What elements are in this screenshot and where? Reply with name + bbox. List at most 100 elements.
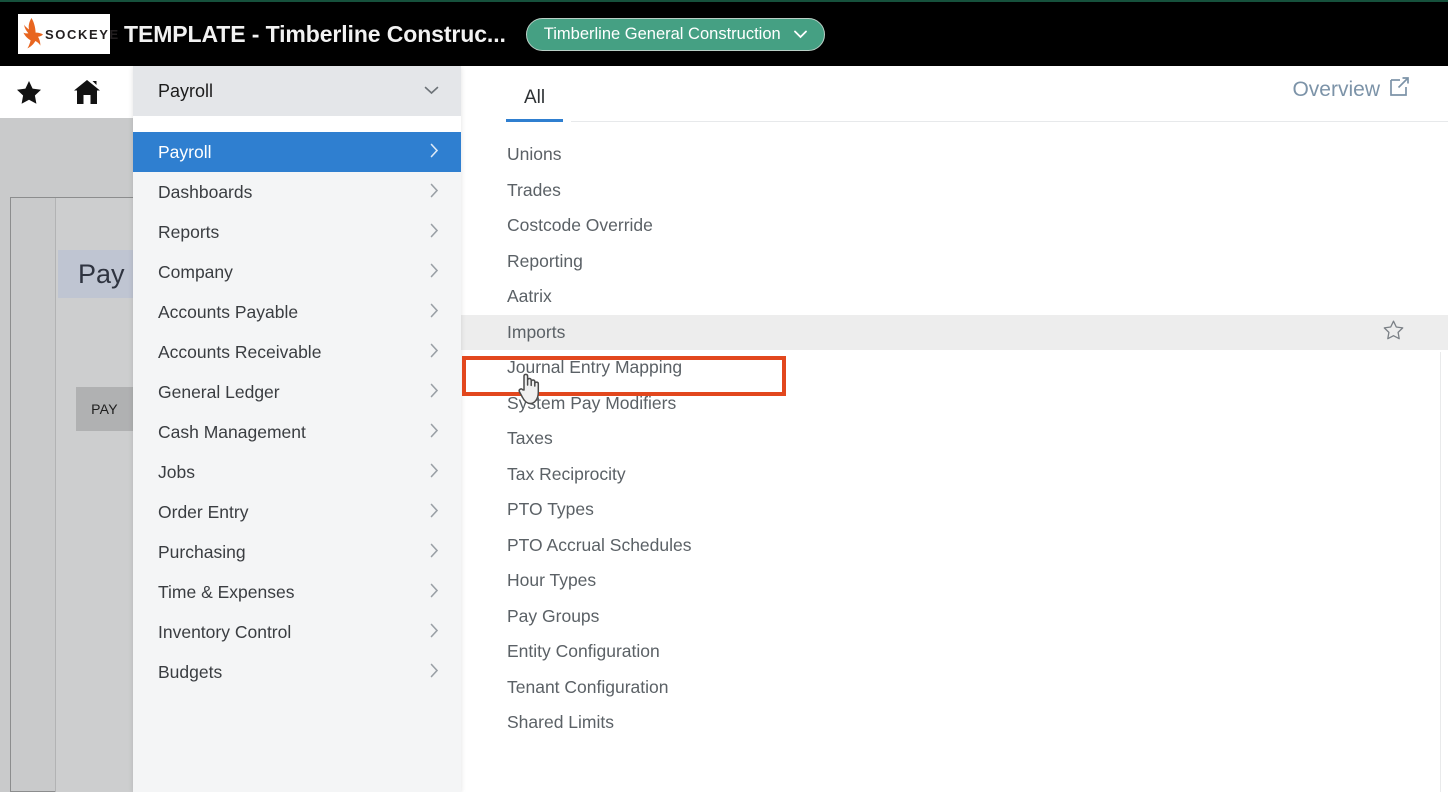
chevron-right-icon: [430, 503, 439, 521]
chevron-right-icon: [430, 423, 439, 441]
nav-item-order-entry[interactable]: Order Entry: [133, 492, 461, 532]
chevron-right-icon: [430, 543, 439, 561]
menu-item-system-pay-modifiers[interactable]: System Pay Modifiers: [461, 386, 1448, 422]
nav-item-label: Inventory Control: [158, 621, 292, 642]
menu-item-taxes[interactable]: Taxes: [461, 421, 1448, 457]
nav-item-label: Accounts Payable: [158, 301, 299, 322]
nav-panel-header-label: Payroll: [158, 80, 214, 101]
menu-item-pto-types[interactable]: PTO Types: [461, 492, 1448, 528]
nav-item-inventory-control[interactable]: Inventory Control: [133, 612, 461, 652]
nav-item-time-expenses[interactable]: Time & Expenses: [133, 572, 461, 612]
sockeye-logo[interactable]: SOCKEYE: [18, 14, 118, 54]
content-right-divider: [1440, 352, 1441, 792]
chevron-right-icon: [430, 463, 439, 481]
menu-item-unions[interactable]: Unions: [461, 137, 1448, 173]
tab-all[interactable]: All: [506, 87, 564, 122]
menu-item-label: PTO Accrual Schedules: [507, 534, 692, 555]
company-selector-button[interactable]: Timberline General Construction: [525, 17, 825, 51]
menu-item-label: Tax Reciprocity: [507, 463, 626, 484]
chevron-right-icon: [430, 383, 439, 401]
company-selector-label: Timberline General Construction: [543, 24, 781, 43]
menu-item-journal-entry-mapping[interactable]: Journal Entry Mapping: [461, 350, 1448, 386]
nav-item-label: Payroll: [158, 141, 212, 162]
nav-item-label: Accounts Receivable: [158, 341, 322, 362]
menu-item-label: Imports: [507, 321, 566, 342]
sockeye-salmon-logo-icon: [23, 18, 43, 49]
menu-item-pay-groups[interactable]: Pay Groups: [461, 599, 1448, 635]
menu-item-label: Reporting: [507, 250, 583, 271]
menu-item-list: Unions Trades Costcode Override Reporting Aa…: [461, 122, 1448, 741]
chevron-right-icon: [430, 583, 439, 601]
chevron-right-icon: [430, 223, 439, 241]
menu-item-aatrix[interactable]: Aatrix: [461, 279, 1448, 315]
nav-panel-header[interactable]: Payroll: [133, 66, 461, 116]
chevron-right-icon: [430, 623, 439, 641]
nav-item-label: Time & Expenses: [158, 581, 295, 602]
menu-item-tenant-configuration[interactable]: Tenant Configuration: [461, 670, 1448, 706]
nav-item-label: Jobs: [158, 461, 195, 482]
content-tab-bar: All Overview: [461, 66, 1448, 122]
module-nav-panel: Payroll Payroll Dashboards Reports Company A…: [133, 66, 461, 792]
nav-item-accounts-payable[interactable]: Accounts Payable: [133, 292, 461, 332]
nav-item-budgets[interactable]: Budgets: [133, 652, 461, 692]
chevron-right-icon: [430, 143, 439, 161]
menu-item-label: Hour Types: [507, 570, 597, 591]
menu-item-trades[interactable]: Trades: [461, 173, 1448, 209]
chevron-right-icon: [430, 343, 439, 361]
menu-item-pto-accrual-schedules[interactable]: PTO Accrual Schedules: [461, 528, 1448, 564]
nav-item-reports[interactable]: Reports: [133, 212, 461, 252]
nav-item-label: Company: [158, 261, 233, 282]
chevron-down-icon: [424, 82, 439, 100]
nav-item-label: Cash Management: [158, 421, 306, 442]
menu-item-costcode-override[interactable]: Costcode Override: [461, 208, 1448, 244]
nav-item-label: General Ledger: [158, 381, 280, 402]
nav-item-label: Reports: [158, 221, 220, 242]
overview-link[interactable]: Overview: [1292, 76, 1410, 103]
nav-item-list: Payroll Dashboards Reports Company Accounts …: [133, 132, 461, 692]
chevron-right-icon: [430, 263, 439, 281]
nav-item-jobs[interactable]: Jobs: [133, 452, 461, 492]
menu-item-imports[interactable]: Imports: [461, 314, 1448, 350]
favorites-star-icon[interactable]: [0, 66, 58, 118]
overview-link-label: Overview: [1292, 77, 1380, 101]
nav-item-label: Dashboards: [158, 181, 253, 202]
menu-item-tax-reciprocity[interactable]: Tax Reciprocity: [461, 457, 1448, 493]
chevron-right-icon: [430, 303, 439, 321]
sockeye-logo-wordmark: SOCKEYE: [45, 26, 120, 42]
nav-item-cash-management[interactable]: Cash Management: [133, 412, 461, 452]
chevron-down-icon: [793, 30, 807, 39]
menu-item-label: Unions: [507, 144, 562, 165]
tab-bar-rule: [571, 121, 1448, 122]
app-title: TEMPLATE - Timberline Construc...: [124, 20, 506, 47]
nav-item-dashboards[interactable]: Dashboards: [133, 172, 461, 212]
menu-item-hour-types[interactable]: Hour Types: [461, 563, 1448, 599]
module-content-panel: All Overview Unions Trades Costcode Overri…: [461, 66, 1448, 792]
menu-item-label: PTO Types: [507, 499, 594, 520]
star-outline-icon[interactable]: [1383, 320, 1404, 345]
nav-item-accounts-receivable[interactable]: Accounts Receivable: [133, 332, 461, 372]
background-page-heading: Pay: [58, 250, 133, 298]
nav-item-company[interactable]: Company: [133, 252, 461, 292]
menu-item-label: Shared Limits: [507, 712, 614, 733]
nav-panel-divider: [133, 116, 461, 132]
menu-item-label: System Pay Modifiers: [507, 392, 677, 413]
menu-item-label: Tenant Configuration: [507, 676, 669, 697]
home-icon[interactable]: [58, 66, 116, 118]
nav-item-purchasing[interactable]: Purchasing: [133, 532, 461, 572]
top-app-bar: SOCKEYE TEMPLATE - Timberline Construc..…: [0, 0, 1448, 66]
tab-list: All: [506, 87, 564, 122]
menu-item-entity-configuration[interactable]: Entity Configuration: [461, 634, 1448, 670]
menu-item-label: Costcode Override: [507, 215, 653, 236]
menu-item-shared-limits[interactable]: Shared Limits: [461, 705, 1448, 741]
menu-item-label: Aatrix: [507, 286, 552, 307]
chevron-right-icon: [430, 663, 439, 681]
icon-rail: [0, 66, 133, 118]
nav-item-payroll[interactable]: Payroll: [133, 132, 461, 172]
external-link-icon: [1389, 76, 1410, 103]
menu-item-reporting[interactable]: Reporting: [461, 244, 1448, 280]
background-pay-button[interactable]: PAY: [76, 387, 133, 431]
nav-item-label: Order Entry: [158, 501, 249, 522]
nav-item-label: Budgets: [158, 661, 223, 682]
nav-item-general-ledger[interactable]: General Ledger: [133, 372, 461, 412]
menu-item-label: Entity Configuration: [507, 641, 660, 662]
